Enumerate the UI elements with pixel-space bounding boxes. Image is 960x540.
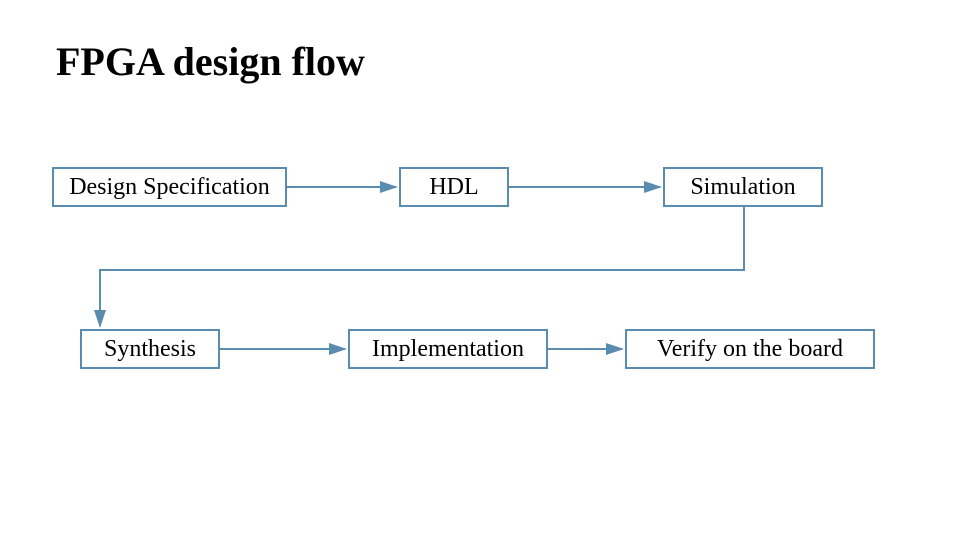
node-simulation: Simulation xyxy=(663,167,823,207)
node-design-specification: Design Specification xyxy=(52,167,287,207)
node-implementation: Implementation xyxy=(348,329,548,369)
node-verify: Verify on the board xyxy=(625,329,875,369)
node-synthesis: Synthesis xyxy=(80,329,220,369)
page-title: FPGA design flow xyxy=(56,38,365,85)
node-hdl: HDL xyxy=(399,167,509,207)
